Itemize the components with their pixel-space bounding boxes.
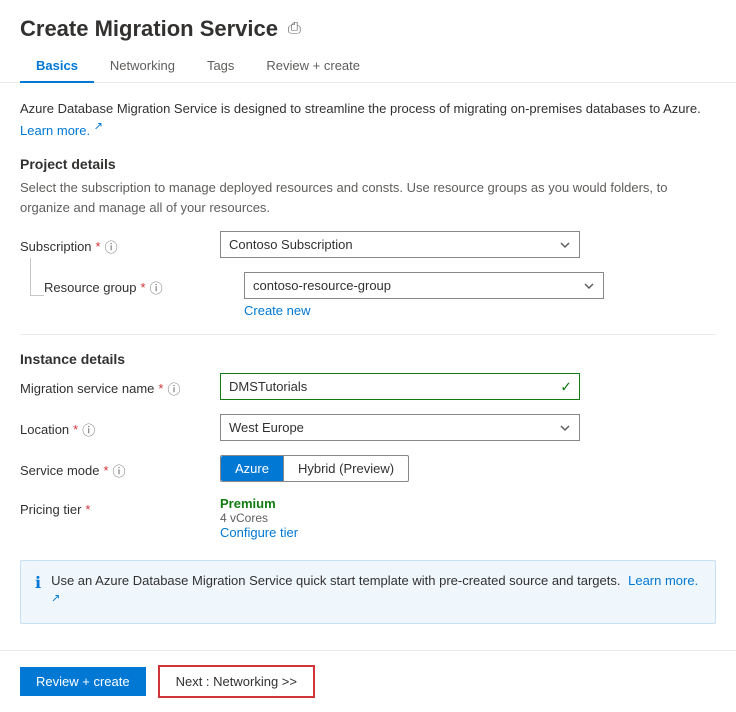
subscription-select[interactable]: Contoso Subscription — [220, 231, 580, 258]
tab-review-create[interactable]: Review + create — [250, 50, 376, 83]
pricing-tier-input-col: Premium 4 vCores Configure tier — [220, 496, 580, 540]
header: Create Migration Service ⎙ — [0, 0, 736, 50]
banner-external-link-icon: ↗ — [51, 593, 60, 605]
subscription-label: Subscription * ⓘ — [20, 231, 220, 256]
migration-service-name-label: Migration service name * ⓘ — [20, 373, 220, 398]
service-mode-row: Service mode * ⓘ Azure Hybrid (Preview) — [20, 455, 716, 482]
service-mode-hybrid-btn[interactable]: Hybrid (Preview) — [283, 456, 408, 481]
project-details-desc: Select the subscription to manage deploy… — [20, 178, 716, 217]
subscription-input-col: Contoso Subscription — [220, 231, 716, 258]
service-mode-azure-btn[interactable]: Azure — [221, 456, 283, 481]
subscription-row: Subscription * ⓘ Contoso Subscription — [20, 231, 716, 258]
service-mode-label: Service mode * ⓘ — [20, 455, 220, 480]
resource-group-required: * — [141, 280, 146, 295]
location-label: Location * ⓘ — [20, 414, 220, 439]
print-icon[interactable]: ⎙ — [288, 20, 301, 38]
sm-info-icon[interactable]: ⓘ — [113, 461, 126, 480]
valid-checkmark-icon: ✓ — [560, 378, 572, 395]
info-banner-icon: ℹ — [35, 572, 41, 596]
next-networking-button[interactable]: Next : Networking >> — [158, 665, 315, 698]
create-new-link[interactable]: Create new — [244, 303, 716, 318]
service-mode-toggle: Azure Hybrid (Preview) — [220, 455, 409, 482]
review-create-button[interactable]: Review + create — [20, 667, 146, 696]
tab-basics[interactable]: Basics — [20, 50, 94, 83]
configure-tier-link[interactable]: Configure tier — [220, 525, 298, 540]
tab-tags[interactable]: Tags — [191, 50, 250, 83]
subscription-required: * — [96, 239, 101, 254]
pricing-tier-name: Premium — [220, 496, 580, 511]
info-banner: ℹ Use an Azure Database Migration Servic… — [20, 560, 716, 623]
footer: Review + create Next : Networking >> — [0, 650, 736, 712]
project-details-title: Project details — [20, 156, 716, 172]
pricing-tier-row: Pricing tier * Premium 4 vCores Configur… — [20, 496, 716, 540]
sm-required: * — [103, 463, 108, 478]
service-mode-input-col: Azure Hybrid (Preview) — [220, 455, 716, 482]
location-input-col: West Europe — [220, 414, 716, 441]
pricing-tier-label: Pricing tier * — [20, 496, 220, 517]
external-link-icon: ↗ — [94, 121, 103, 133]
section-divider — [20, 334, 716, 335]
resource-group-label: Resource group * ⓘ — [44, 272, 244, 297]
msn-required: * — [158, 381, 163, 396]
info-banner-text: Use an Azure Database Migration Service … — [51, 571, 701, 612]
pricing-tier-vcores: 4 vCores — [220, 511, 580, 525]
intro-text: Azure Database Migration Service is desi… — [20, 99, 716, 140]
location-required: * — [73, 422, 78, 437]
page-container: Create Migration Service ⎙ Basics Networ… — [0, 0, 736, 712]
instance-details-title: Instance details — [20, 351, 716, 367]
migration-service-name-row: Migration service name * ⓘ ✓ — [20, 373, 716, 400]
location-select[interactable]: West Europe — [220, 414, 580, 441]
tabs-bar: Basics Networking Tags Review + create — [0, 50, 736, 83]
resource-group-info-icon[interactable]: ⓘ — [150, 278, 163, 297]
location-row: Location * ⓘ West Europe — [20, 414, 716, 441]
resource-group-input-col: contoso-resource-group Create new — [244, 272, 716, 318]
pt-required: * — [85, 502, 90, 517]
migration-service-name-wrapper: ✓ — [220, 373, 580, 400]
resource-group-select[interactable]: contoso-resource-group — [244, 272, 604, 299]
subscription-info-icon[interactable]: ⓘ — [105, 237, 118, 256]
page-title: Create Migration Service — [20, 16, 278, 42]
intro-learn-more-link[interactable]: Learn more. ↗ — [20, 123, 103, 138]
resource-group-row: Resource group * ⓘ contoso-resource-grou… — [20, 272, 716, 318]
form-content: Azure Database Migration Service is desi… — [0, 83, 736, 650]
location-info-icon[interactable]: ⓘ — [82, 420, 95, 439]
migration-service-name-input-col: ✓ — [220, 373, 716, 400]
tab-networking[interactable]: Networking — [94, 50, 191, 83]
migration-service-name-input[interactable] — [220, 373, 580, 400]
msn-info-icon[interactable]: ⓘ — [167, 379, 180, 398]
